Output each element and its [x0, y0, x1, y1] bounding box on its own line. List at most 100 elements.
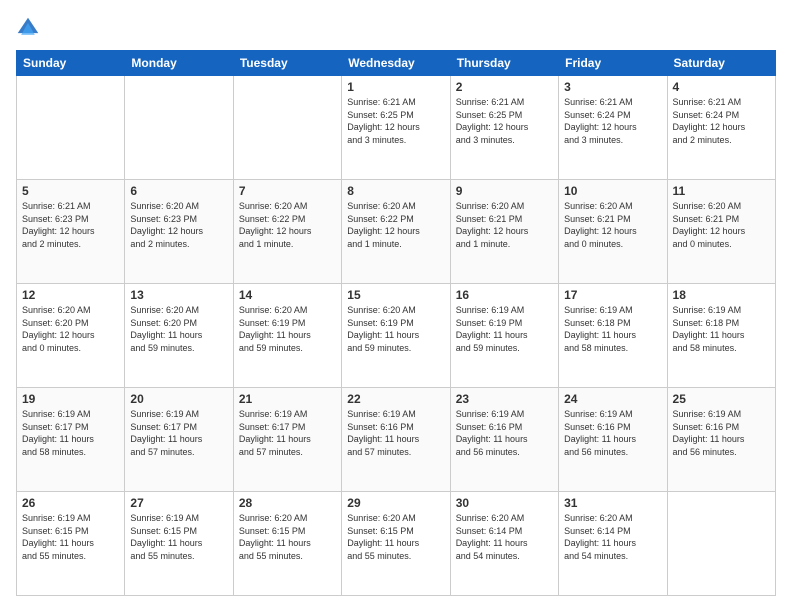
logo-icon — [16, 16, 40, 40]
day-info: Sunrise: 6:21 AM Sunset: 6:24 PM Dayligh… — [673, 96, 770, 146]
day-info: Sunrise: 6:20 AM Sunset: 6:21 PM Dayligh… — [456, 200, 553, 250]
day-info: Sunrise: 6:19 AM Sunset: 6:19 PM Dayligh… — [456, 304, 553, 354]
logo — [16, 16, 44, 40]
day-number: 24 — [564, 392, 661, 406]
day-info: Sunrise: 6:20 AM Sunset: 6:21 PM Dayligh… — [673, 200, 770, 250]
day-number: 9 — [456, 184, 553, 198]
calendar-cell: 10 Sunrise: 6:20 AM Sunset: 6:21 PM Dayli… — [559, 180, 667, 284]
day-number: 8 — [347, 184, 444, 198]
day-info: Sunrise: 6:20 AM Sunset: 6:19 PM Dayligh… — [239, 304, 336, 354]
day-number: 28 — [239, 496, 336, 510]
calendar-header-row: SundayMondayTuesdayWednesdayThursdayFrid… — [17, 51, 776, 76]
day-info: Sunrise: 6:19 AM Sunset: 6:15 PM Dayligh… — [130, 512, 227, 562]
calendar: SundayMondayTuesdayWednesdayThursdayFrid… — [16, 50, 776, 596]
day-number: 17 — [564, 288, 661, 302]
day-info: Sunrise: 6:20 AM Sunset: 6:20 PM Dayligh… — [130, 304, 227, 354]
day-info: Sunrise: 6:20 AM Sunset: 6:22 PM Dayligh… — [347, 200, 444, 250]
day-info: Sunrise: 6:20 AM Sunset: 6:15 PM Dayligh… — [239, 512, 336, 562]
calendar-cell — [17, 76, 125, 180]
day-header-wednesday: Wednesday — [342, 51, 450, 76]
day-number: 18 — [673, 288, 770, 302]
calendar-cell: 31 Sunrise: 6:20 AM Sunset: 6:14 PM Dayli… — [559, 492, 667, 596]
day-info: Sunrise: 6:21 AM Sunset: 6:25 PM Dayligh… — [456, 96, 553, 146]
day-number: 13 — [130, 288, 227, 302]
day-number: 27 — [130, 496, 227, 510]
day-info: Sunrise: 6:21 AM Sunset: 6:24 PM Dayligh… — [564, 96, 661, 146]
page: SundayMondayTuesdayWednesdayThursdayFrid… — [0, 0, 792, 612]
day-number: 11 — [673, 184, 770, 198]
day-info: Sunrise: 6:20 AM Sunset: 6:21 PM Dayligh… — [564, 200, 661, 250]
day-number: 10 — [564, 184, 661, 198]
day-info: Sunrise: 6:20 AM Sunset: 6:22 PM Dayligh… — [239, 200, 336, 250]
day-number: 29 — [347, 496, 444, 510]
day-info: Sunrise: 6:20 AM Sunset: 6:14 PM Dayligh… — [564, 512, 661, 562]
day-info: Sunrise: 6:19 AM Sunset: 6:18 PM Dayligh… — [564, 304, 661, 354]
calendar-cell: 19 Sunrise: 6:19 AM Sunset: 6:17 PM Dayli… — [17, 388, 125, 492]
calendar-cell: 21 Sunrise: 6:19 AM Sunset: 6:17 PM Dayli… — [233, 388, 341, 492]
day-number: 2 — [456, 80, 553, 94]
calendar-cell: 28 Sunrise: 6:20 AM Sunset: 6:15 PM Dayli… — [233, 492, 341, 596]
day-info: Sunrise: 6:20 AM Sunset: 6:19 PM Dayligh… — [347, 304, 444, 354]
day-number: 22 — [347, 392, 444, 406]
calendar-cell: 27 Sunrise: 6:19 AM Sunset: 6:15 PM Dayli… — [125, 492, 233, 596]
day-number: 6 — [130, 184, 227, 198]
calendar-week-5: 26 Sunrise: 6:19 AM Sunset: 6:15 PM Dayli… — [17, 492, 776, 596]
day-number: 21 — [239, 392, 336, 406]
day-info: Sunrise: 6:20 AM Sunset: 6:20 PM Dayligh… — [22, 304, 119, 354]
day-number: 26 — [22, 496, 119, 510]
calendar-cell — [125, 76, 233, 180]
day-info: Sunrise: 6:20 AM Sunset: 6:15 PM Dayligh… — [347, 512, 444, 562]
calendar-cell: 30 Sunrise: 6:20 AM Sunset: 6:14 PM Dayli… — [450, 492, 558, 596]
calendar-cell: 5Sunrise: 6:21 AM Sunset: 6:23 PM Daylig… — [17, 180, 125, 284]
calendar-cell: 7 Sunrise: 6:20 AM Sunset: 6:22 PM Daylig… — [233, 180, 341, 284]
calendar-week-3: 12 Sunrise: 6:20 AM Sunset: 6:20 PM Dayli… — [17, 284, 776, 388]
day-number: 4 — [673, 80, 770, 94]
calendar-cell: 26Sunrise: 6:19 AM Sunset: 6:15 PM Dayli… — [17, 492, 125, 596]
calendar-cell: 23Sunrise: 6:19 AM Sunset: 6:16 PM Dayli… — [450, 388, 558, 492]
day-number: 16 — [456, 288, 553, 302]
calendar-cell: 11 Sunrise: 6:20 AM Sunset: 6:21 PM Dayli… — [667, 180, 775, 284]
day-number: 1 — [347, 80, 444, 94]
day-info: Sunrise: 6:19 AM Sunset: 6:17 PM Dayligh… — [22, 408, 119, 458]
day-number: 20 — [130, 392, 227, 406]
day-number: 30 — [456, 496, 553, 510]
header — [16, 16, 776, 40]
day-number: 15 — [347, 288, 444, 302]
calendar-cell: 3 Sunrise: 6:21 AM Sunset: 6:24 PM Daylig… — [559, 76, 667, 180]
calendar-cell: 18 Sunrise: 6:19 AM Sunset: 6:18 PM Dayli… — [667, 284, 775, 388]
day-info: Sunrise: 6:19 AM Sunset: 6:16 PM Dayligh… — [673, 408, 770, 458]
day-info: Sunrise: 6:19 AM Sunset: 6:16 PM Dayligh… — [456, 408, 553, 458]
calendar-cell: 9 Sunrise: 6:20 AM Sunset: 6:21 PM Daylig… — [450, 180, 558, 284]
day-header-sunday: Sunday — [17, 51, 125, 76]
day-info: Sunrise: 6:19 AM Sunset: 6:18 PM Dayligh… — [673, 304, 770, 354]
calendar-cell: 24 Sunrise: 6:19 AM Sunset: 6:16 PM Dayli… — [559, 388, 667, 492]
calendar-cell: 20 Sunrise: 6:19 AM Sunset: 6:17 PM Dayli… — [125, 388, 233, 492]
day-number: 3 — [564, 80, 661, 94]
day-info: Sunrise: 6:19 AM Sunset: 6:17 PM Dayligh… — [130, 408, 227, 458]
day-header-thursday: Thursday — [450, 51, 558, 76]
day-number: 19 — [22, 392, 119, 406]
day-number: 7 — [239, 184, 336, 198]
calendar-cell: 14 Sunrise: 6:20 AM Sunset: 6:19 PM Dayli… — [233, 284, 341, 388]
calendar-cell: 8 Sunrise: 6:20 AM Sunset: 6:22 PM Daylig… — [342, 180, 450, 284]
calendar-cell: 12 Sunrise: 6:20 AM Sunset: 6:20 PM Dayli… — [17, 284, 125, 388]
calendar-cell: 15 Sunrise: 6:20 AM Sunset: 6:19 PM Dayli… — [342, 284, 450, 388]
day-header-friday: Friday — [559, 51, 667, 76]
day-number: 31 — [564, 496, 661, 510]
calendar-cell: 6 Sunrise: 6:20 AM Sunset: 6:23 PM Daylig… — [125, 180, 233, 284]
day-info: Sunrise: 6:20 AM Sunset: 6:14 PM Dayligh… — [456, 512, 553, 562]
calendar-cell: 1Sunrise: 6:21 AM Sunset: 6:25 PM Daylig… — [342, 76, 450, 180]
calendar-cell — [233, 76, 341, 180]
calendar-week-4: 19 Sunrise: 6:19 AM Sunset: 6:17 PM Dayli… — [17, 388, 776, 492]
day-info: Sunrise: 6:19 AM Sunset: 6:17 PM Dayligh… — [239, 408, 336, 458]
calendar-cell: 16 Sunrise: 6:19 AM Sunset: 6:19 PM Dayli… — [450, 284, 558, 388]
day-header-tuesday: Tuesday — [233, 51, 341, 76]
calendar-cell: 17 Sunrise: 6:19 AM Sunset: 6:18 PM Dayli… — [559, 284, 667, 388]
day-info: Sunrise: 6:19 AM Sunset: 6:16 PM Dayligh… — [564, 408, 661, 458]
calendar-cell — [667, 492, 775, 596]
day-number: 14 — [239, 288, 336, 302]
day-info: Sunrise: 6:21 AM Sunset: 6:23 PM Dayligh… — [22, 200, 119, 250]
day-info: Sunrise: 6:20 AM Sunset: 6:23 PM Dayligh… — [130, 200, 227, 250]
day-number: 12 — [22, 288, 119, 302]
calendar-cell: 4 Sunrise: 6:21 AM Sunset: 6:24 PM Daylig… — [667, 76, 775, 180]
